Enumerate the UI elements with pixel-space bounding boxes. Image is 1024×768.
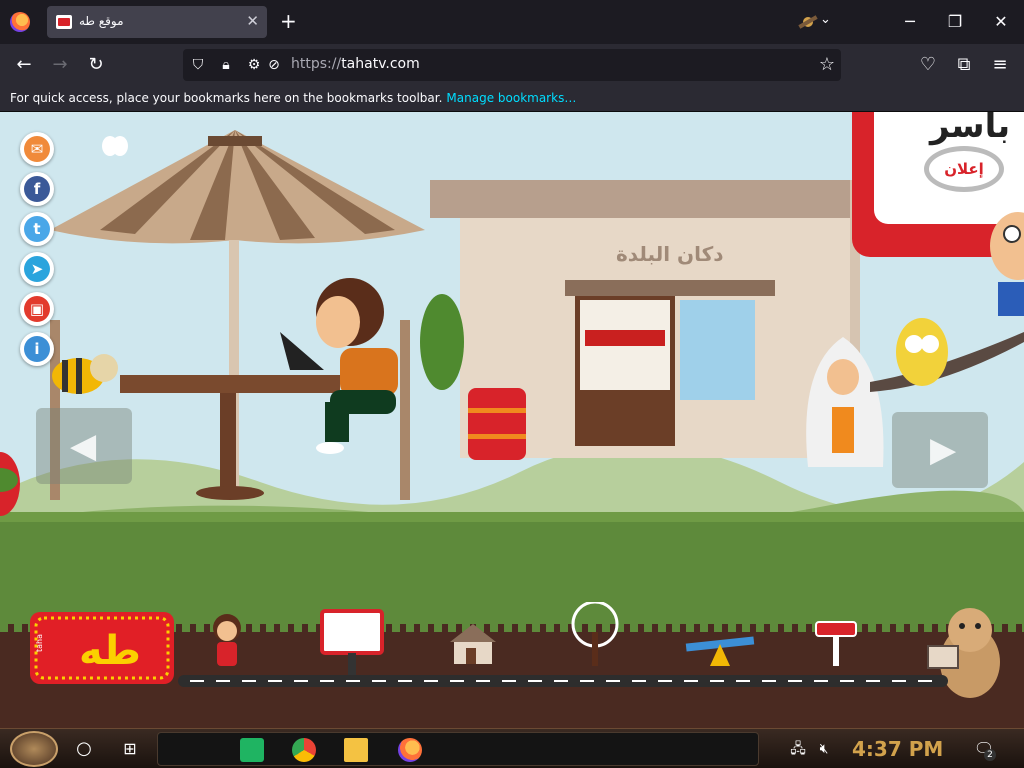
logo-side-text: taha <box>35 634 44 652</box>
autoplay-blocked-icon[interactable]: ⊘ <box>265 56 283 74</box>
minimize-icon[interactable]: ─ <box>898 10 922 34</box>
task-view-icon[interactable]: ⊞ <box>118 737 142 761</box>
navigation-toolbar: ← → ↻ ⛉ 🔒︎ ⚙ ⊘ https://tahatv.com ☆ ♡ ⧉ … <box>0 44 1024 86</box>
close-window-icon[interactable]: ✕ <box>989 10 1013 34</box>
bookmarks-hint: For quick access, place your bookmarks h… <box>10 91 576 105</box>
green-bush <box>420 294 464 390</box>
seesaw-icon[interactable] <box>682 624 758 668</box>
butterfly <box>102 136 128 156</box>
ad-heading: باسر <box>930 112 1011 146</box>
url-host: tahatv.com <box>341 56 420 72</box>
reload-button[interactable]: ↻ <box>84 53 108 77</box>
shield-icon[interactable]: ⛉ <box>189 56 207 74</box>
bookmark-star-icon[interactable]: ☆ <box>819 54 835 75</box>
tab-title: موقع طه <box>79 14 124 28</box>
twitter-icon[interactable]: t <box>20 212 54 246</box>
bookmarks-toolbar: For quick access, place your bookmarks h… <box>0 86 1024 112</box>
tab-active[interactable]: موقع طه ✕ <box>47 6 267 38</box>
facebook-icon[interactable]: f <box>20 172 54 206</box>
back-button[interactable]: ← <box>12 53 36 77</box>
menu-hamburger-icon[interactable]: ≡ <box>988 53 1012 77</box>
tv-sign-icon[interactable] <box>320 609 384 685</box>
taskbar: ○ ⊞ 🖧︎ 🔇︎ 4:37 PM 🗨︎ 2 <box>0 728 1024 768</box>
ad-button[interactable]: إعلان <box>924 146 1004 192</box>
clock[interactable]: 4:37 PM <box>852 737 943 761</box>
previous-scene-button[interactable]: ◀ <box>36 408 132 484</box>
new-tab-button[interactable]: + <box>280 9 297 33</box>
forward-button[interactable]: → <box>48 53 72 77</box>
road-dash-line <box>190 680 940 682</box>
extension-satellite-icon[interactable] <box>796 10 820 34</box>
start-button[interactable] <box>10 731 58 767</box>
shop-sign: دكان البلدة <box>616 242 724 266</box>
network-icon[interactable]: 🖧︎ <box>786 737 810 761</box>
taha-logo[interactable]: طه taha <box>30 612 174 684</box>
notes-app-icon[interactable] <box>240 738 264 762</box>
notification-count-badge: 2 <box>984 749 996 761</box>
bald-man-character <box>990 212 1024 316</box>
volume-muted-icon[interactable]: 🔇︎ <box>812 737 836 761</box>
pocket-icon[interactable]: ♡ <box>916 53 940 77</box>
red-barrel <box>468 388 526 460</box>
boy-with-laptop <box>280 278 398 454</box>
search-circle-icon[interactable]: ○ <box>72 737 96 761</box>
close-tab-icon[interactable]: ✕ <box>246 12 259 30</box>
telegram-icon[interactable]: ➤ <box>20 252 54 286</box>
youtube-tv-icon[interactable]: ▣ <box>20 292 54 326</box>
file-explorer-icon[interactable] <box>344 738 368 762</box>
contact-mail-icon[interactable]: ✉ <box>20 132 54 166</box>
bookmarks-hint-text: For quick access, place your bookmarks h… <box>10 91 443 105</box>
firefox-taskbar-icon[interactable] <box>398 738 422 762</box>
partial-ball-character <box>0 452 20 516</box>
logo-text: طه <box>79 628 141 674</box>
list-all-tabs-icon[interactable]: ⌄ <box>820 12 831 27</box>
hamster-reading-icon[interactable] <box>926 602 1004 702</box>
page-content: دكان البلدة ✉ f t ➤ ▣ i ◀ ▶ باسر إعلان ط… <box>0 112 1024 728</box>
mailbox-icon[interactable] <box>812 618 862 668</box>
house-icon[interactable] <box>448 622 498 666</box>
restore-icon[interactable]: ❐ <box>943 10 967 34</box>
lock-icon[interactable]: 🔒︎ <box>217 56 235 74</box>
url-text[interactable]: https://tahatv.com <box>291 56 420 72</box>
tree-icon[interactable] <box>564 602 626 668</box>
chrome-icon[interactable] <box>292 738 316 762</box>
url-scheme: https:// <box>291 56 342 72</box>
site-favicon-icon <box>56 15 72 29</box>
taskbar-pinned-apps <box>157 732 759 766</box>
address-bar[interactable]: ⛉ 🔒︎ ⚙ ⊘ https://tahatv.com ☆ <box>183 49 841 81</box>
tab-strip: موقع طه ✕ + ⌄ ─ ❐ ✕ <box>0 0 1024 44</box>
girl-character-icon[interactable] <box>208 612 246 670</box>
next-scene-button[interactable]: ▶ <box>892 412 988 488</box>
firefox-view-icon[interactable] <box>10 12 30 32</box>
info-icon[interactable]: i <box>20 332 54 366</box>
manage-bookmarks-link[interactable]: Manage bookmarks… <box>446 91 576 105</box>
permissions-icon[interactable]: ⚙ <box>245 56 263 74</box>
bee-character <box>52 354 118 394</box>
extensions-puzzle-icon[interactable]: ⧉ <box>952 53 976 77</box>
